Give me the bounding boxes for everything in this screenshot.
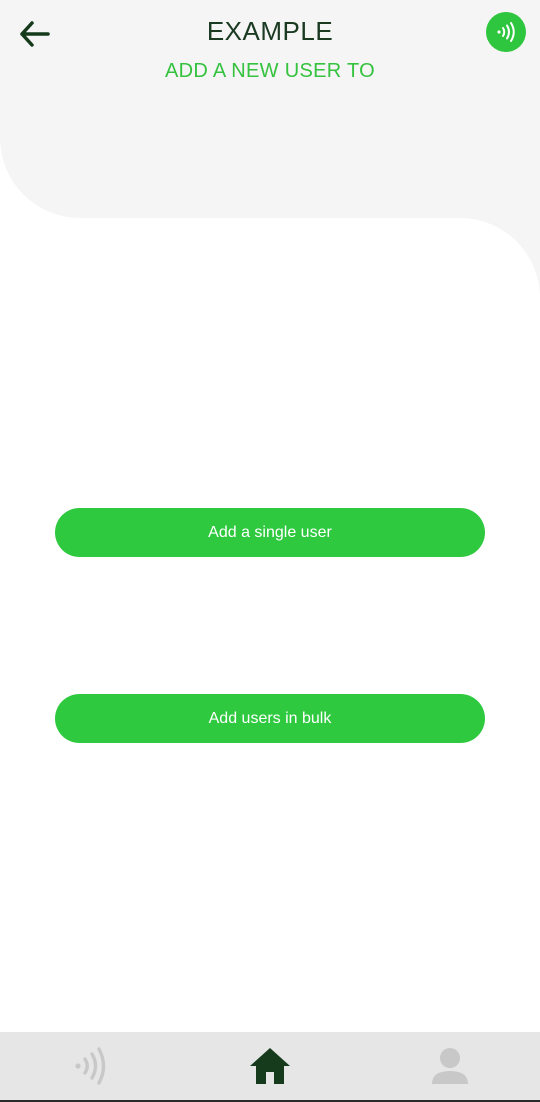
add-single-user-button[interactable]: Add a single user xyxy=(55,508,485,557)
nav-item-nfc[interactable] xyxy=(0,1032,180,1100)
page-subtitle: ADD A NEW USER TO xyxy=(165,60,375,82)
user-icon xyxy=(432,1048,468,1084)
nfc-button[interactable] xyxy=(486,12,526,52)
nfc-icon xyxy=(75,1047,106,1085)
page-title: EXAMPLE xyxy=(206,16,334,46)
add-users-bulk-button[interactable]: Add users in bulk xyxy=(55,694,485,743)
nav-item-home[interactable] xyxy=(180,1032,360,1100)
bottom-nav xyxy=(0,1032,540,1100)
nfc-icon xyxy=(497,22,515,42)
nav-item-profile[interactable] xyxy=(360,1032,540,1100)
home-icon xyxy=(250,1048,290,1084)
